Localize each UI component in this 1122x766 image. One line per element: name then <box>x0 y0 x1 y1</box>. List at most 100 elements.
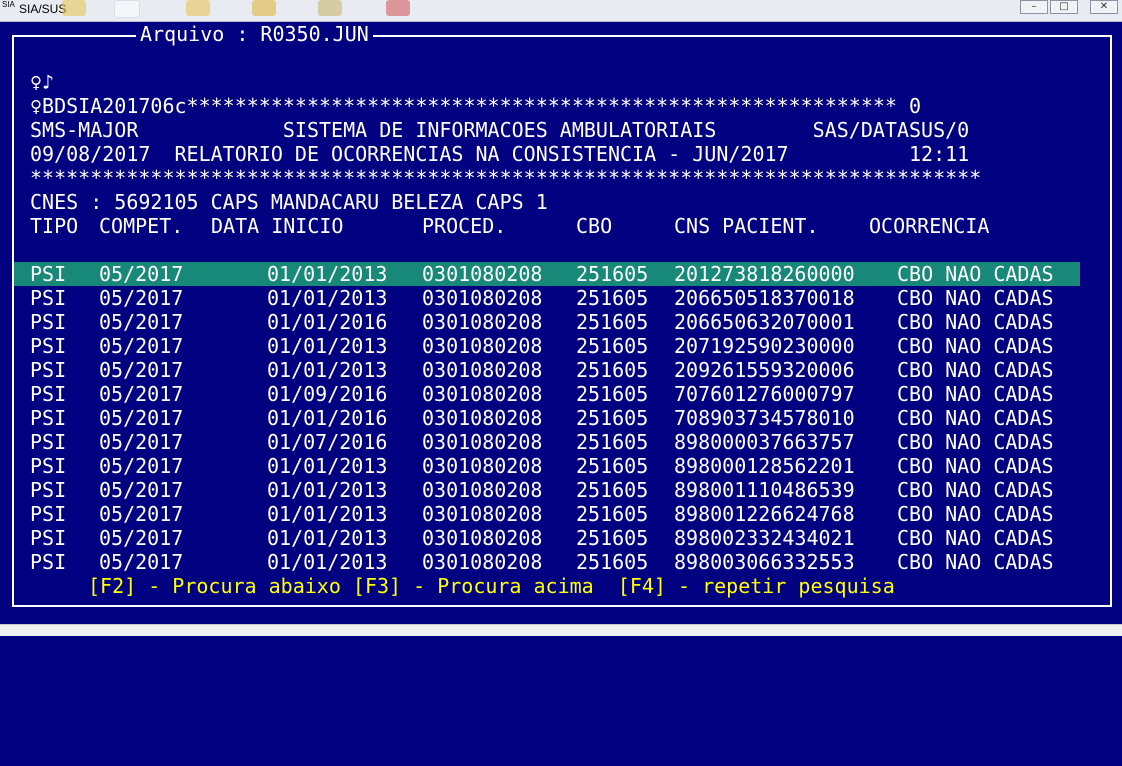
cell-compet: 05/2017 <box>99 286 184 310</box>
cell-compet: 05/2017 <box>99 406 184 430</box>
cell-cbo: 251605 <box>576 550 649 574</box>
cell-ocorrencia: CBO NAO CADAS <box>897 502 1054 526</box>
cell-cns: 898001226624768 <box>674 502 855 526</box>
table-row[interactable]: PSI 05/2017 01/01/2013 0301080208 251605… <box>14 502 1080 526</box>
cell-data-inicio: 01/01/2013 <box>267 454 388 478</box>
cell-cns: 898001110486539 <box>674 478 855 502</box>
cell-cbo: 251605 <box>576 382 649 406</box>
cell-tipo: PSI <box>30 262 67 286</box>
cell-compet: 05/2017 <box>99 358 184 382</box>
cell-data-inicio: 01/01/2013 <box>267 526 388 550</box>
cell-cbo: 251605 <box>576 502 649 526</box>
database-line: ♀BDSIA201706c***************************… <box>30 94 922 118</box>
cell-tipo: PSI <box>30 358 67 382</box>
cell-proced: 0301080208 <box>422 406 543 430</box>
cell-tipo: PSI <box>30 502 67 526</box>
table-row[interactable]: PSI 05/2017 01/07/2016 0301080208 251605… <box>14 430 1080 454</box>
cell-cns: 206650632070001 <box>674 310 855 334</box>
report-header-system: SMS-MAJOR SISTEMA DE INFORMACOES AMBULAT… <box>30 118 970 142</box>
cell-cns: 209261559320006 <box>674 358 855 382</box>
cnes-line: CNES : 5692105 CAPS MANDACARU BELEZA CAP… <box>30 190 548 214</box>
cell-compet: 05/2017 <box>99 262 184 286</box>
cell-data-inicio: 01/01/2013 <box>267 502 388 526</box>
close-button[interactable]: ✕ <box>1090 0 1118 14</box>
cell-proced: 0301080208 <box>422 454 543 478</box>
cell-ocorrencia: CBO NAO CADAS <box>897 262 1054 286</box>
cell-compet: 05/2017 <box>99 526 184 550</box>
cell-cns: 707601276000797 <box>674 382 855 406</box>
cell-cns: 898002332434021 <box>674 526 855 550</box>
cell-proced: 0301080208 <box>422 286 543 310</box>
cell-proced: 0301080208 <box>422 502 543 526</box>
cell-tipo: PSI <box>30 478 67 502</box>
table-row[interactable]: PSI 05/2017 01/01/2013 0301080208 251605… <box>14 334 1080 358</box>
cell-proced: 0301080208 <box>422 358 543 382</box>
toolbar-ghost-icon <box>252 0 276 16</box>
cell-data-inicio: 01/01/2016 <box>267 310 388 334</box>
table-row[interactable]: PSI 05/2017 01/09/2016 0301080208 251605… <box>14 382 1080 406</box>
cell-ocorrencia: CBO NAO CADAS <box>897 406 1054 430</box>
cell-compet: 05/2017 <box>99 334 184 358</box>
cell-cbo: 251605 <box>576 430 649 454</box>
cell-tipo: PSI <box>30 454 67 478</box>
table-row-selected[interactable]: PSI 05/2017 01/01/2013 0301080208 251605… <box>14 262 1080 286</box>
toolbar-ghost-icon <box>318 0 342 16</box>
cell-compet: 05/2017 <box>99 502 184 526</box>
cell-cns: 207192590230000 <box>674 334 855 358</box>
cell-ocorrencia: CBO NAO CADAS <box>897 334 1054 358</box>
cell-data-inicio: 01/09/2016 <box>267 382 388 406</box>
cell-data-inicio: 01/07/2016 <box>267 430 388 454</box>
cell-compet: 05/2017 <box>99 310 184 334</box>
table-row[interactable]: PSI 05/2017 01/01/2013 0301080208 251605… <box>14 526 1080 550</box>
toolbar-ghost-icon <box>186 0 210 16</box>
frame-title: Arquivo : R0350.JUN <box>136 22 373 46</box>
cell-cbo: 251605 <box>576 334 649 358</box>
cell-compet: 05/2017 <box>99 478 184 502</box>
cell-cbo: 251605 <box>576 526 649 550</box>
cell-proced: 0301080208 <box>422 526 543 550</box>
table-row[interactable]: PSI 05/2017 01/01/2016 0301080208 251605… <box>14 406 1080 430</box>
cell-data-inicio: 01/01/2016 <box>267 406 388 430</box>
cell-proced: 0301080208 <box>422 550 543 574</box>
cell-compet: 05/2017 <box>99 454 184 478</box>
cell-compet: 05/2017 <box>99 430 184 454</box>
table-row[interactable]: PSI 05/2017 01/01/2013 0301080208 251605… <box>14 358 1080 382</box>
cell-compet: 05/2017 <box>99 382 184 406</box>
cell-cbo: 251605 <box>576 454 649 478</box>
table-row[interactable]: PSI 05/2017 01/01/2013 0301080208 251605… <box>14 286 1080 310</box>
cell-tipo: PSI <box>30 550 67 574</box>
column-header-tipo: TIPO <box>30 214 79 238</box>
table-row[interactable]: PSI 05/2017 01/01/2013 0301080208 251605… <box>14 478 1080 502</box>
table-row[interactable]: PSI 05/2017 01/01/2013 0301080208 251605… <box>14 454 1080 478</box>
cell-tipo: PSI <box>30 406 67 430</box>
cell-cbo: 251605 <box>576 406 649 430</box>
cell-proced: 0301080208 <box>422 334 543 358</box>
minimize-button[interactable]: – <box>1020 0 1048 14</box>
cell-ocorrencia: CBO NAO CADAS <box>897 550 1054 574</box>
cell-data-inicio: 01/01/2013 <box>267 334 388 358</box>
table-row[interactable]: PSI 05/2017 01/01/2013 0301080208 251605… <box>14 550 1080 574</box>
window-bottom-strip <box>0 624 1122 636</box>
toolbar-ghost-icon <box>62 0 86 16</box>
cell-tipo: PSI <box>30 286 67 310</box>
cell-cbo: 251605 <box>576 310 649 334</box>
cell-cns: 206650518370018 <box>674 286 855 310</box>
cell-cbo: 251605 <box>576 478 649 502</box>
report-header-title: 09/08/2017 RELATORIO DE OCORRENCIAS NA C… <box>30 142 970 166</box>
cell-ocorrencia: CBO NAO CADAS <box>897 526 1054 550</box>
cell-cbo: 251605 <box>576 358 649 382</box>
cell-tipo: PSI <box>30 430 67 454</box>
cell-cbo: 251605 <box>576 262 649 286</box>
cell-ocorrencia: CBO NAO CADAS <box>897 310 1054 334</box>
cell-tipo: PSI <box>30 382 67 406</box>
cell-cns: 898003066332553 <box>674 550 855 574</box>
separator-stars: ****************************************… <box>30 166 982 190</box>
cell-ocorrencia: CBO NAO CADAS <box>897 358 1054 382</box>
control-symbols: ♀♪ <box>30 70 55 94</box>
cell-tipo: PSI <box>30 334 67 358</box>
table-row[interactable]: PSI 05/2017 01/01/2016 0301080208 251605… <box>14 310 1080 334</box>
cell-data-inicio: 01/01/2013 <box>267 358 388 382</box>
maximize-button[interactable]: □ <box>1050 0 1078 14</box>
cell-data-inicio: 01/01/2013 <box>267 286 388 310</box>
toolbar-ghost-icon <box>114 0 140 18</box>
